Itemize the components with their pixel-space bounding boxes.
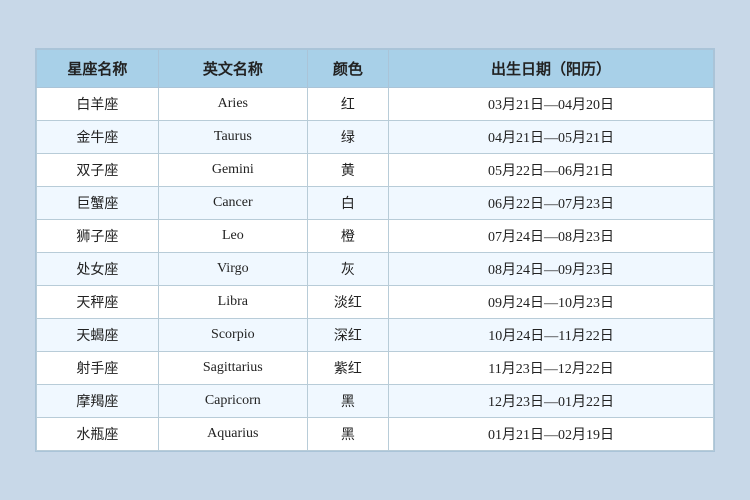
cell-date: 04月21日—05月21日 — [389, 121, 714, 154]
cell-date: 05月22日—06月21日 — [389, 154, 714, 187]
cell-color: 黄 — [307, 154, 388, 187]
table-row: 金牛座Taurus绿04月21日—05月21日 — [37, 121, 714, 154]
cell-chinese: 摩羯座 — [37, 385, 159, 418]
cell-color: 灰 — [307, 253, 388, 286]
header-color: 颜色 — [307, 50, 388, 88]
table-row: 摩羯座Capricorn黑12月23日—01月22日 — [37, 385, 714, 418]
table-row: 处女座Virgo灰08月24日—09月23日 — [37, 253, 714, 286]
cell-english: Taurus — [158, 121, 307, 154]
cell-english: Aquarius — [158, 418, 307, 451]
cell-english: Sagittarius — [158, 352, 307, 385]
cell-english: Leo — [158, 220, 307, 253]
cell-color: 橙 — [307, 220, 388, 253]
cell-color: 黑 — [307, 385, 388, 418]
cell-chinese: 白羊座 — [37, 88, 159, 121]
cell-color: 红 — [307, 88, 388, 121]
cell-english: Virgo — [158, 253, 307, 286]
cell-date: 01月21日—02月19日 — [389, 418, 714, 451]
cell-chinese: 天秤座 — [37, 286, 159, 319]
header-date: 出生日期（阳历） — [389, 50, 714, 88]
cell-chinese: 狮子座 — [37, 220, 159, 253]
cell-date: 07月24日—08月23日 — [389, 220, 714, 253]
table-row: 天秤座Libra淡红09月24日—10月23日 — [37, 286, 714, 319]
cell-date: 10月24日—11月22日 — [389, 319, 714, 352]
table-row: 天蝎座Scorpio深红10月24日—11月22日 — [37, 319, 714, 352]
table-row: 狮子座Leo橙07月24日—08月23日 — [37, 220, 714, 253]
cell-chinese: 金牛座 — [37, 121, 159, 154]
cell-date: 03月21日—04月20日 — [389, 88, 714, 121]
cell-color: 黑 — [307, 418, 388, 451]
cell-english: Libra — [158, 286, 307, 319]
cell-date: 06月22日—07月23日 — [389, 187, 714, 220]
cell-chinese: 天蝎座 — [37, 319, 159, 352]
cell-color: 绿 — [307, 121, 388, 154]
cell-english: Gemini — [158, 154, 307, 187]
cell-chinese: 处女座 — [37, 253, 159, 286]
table-row: 射手座Sagittarius紫红11月23日—12月22日 — [37, 352, 714, 385]
cell-date: 08月24日—09月23日 — [389, 253, 714, 286]
cell-date: 11月23日—12月22日 — [389, 352, 714, 385]
cell-color: 白 — [307, 187, 388, 220]
table-body: 白羊座Aries红03月21日—04月20日金牛座Taurus绿04月21日—0… — [37, 88, 714, 451]
table-row: 巨蟹座Cancer白06月22日—07月23日 — [37, 187, 714, 220]
cell-english: Capricorn — [158, 385, 307, 418]
cell-color: 紫红 — [307, 352, 388, 385]
table-row: 白羊座Aries红03月21日—04月20日 — [37, 88, 714, 121]
table-row: 双子座Gemini黄05月22日—06月21日 — [37, 154, 714, 187]
cell-date: 12月23日—01月22日 — [389, 385, 714, 418]
cell-date: 09月24日—10月23日 — [389, 286, 714, 319]
cell-color: 深红 — [307, 319, 388, 352]
cell-chinese: 射手座 — [37, 352, 159, 385]
table-row: 水瓶座Aquarius黑01月21日—02月19日 — [37, 418, 714, 451]
cell-chinese: 双子座 — [37, 154, 159, 187]
cell-chinese: 水瓶座 — [37, 418, 159, 451]
cell-english: Aries — [158, 88, 307, 121]
zodiac-table: 星座名称 英文名称 颜色 出生日期（阳历） 白羊座Aries红03月21日—04… — [36, 49, 714, 451]
table-header-row: 星座名称 英文名称 颜色 出生日期（阳历） — [37, 50, 714, 88]
cell-color: 淡红 — [307, 286, 388, 319]
cell-chinese: 巨蟹座 — [37, 187, 159, 220]
cell-english: Cancer — [158, 187, 307, 220]
cell-english: Scorpio — [158, 319, 307, 352]
header-english: 英文名称 — [158, 50, 307, 88]
header-chinese: 星座名称 — [37, 50, 159, 88]
zodiac-table-container: 星座名称 英文名称 颜色 出生日期（阳历） 白羊座Aries红03月21日—04… — [35, 48, 715, 452]
